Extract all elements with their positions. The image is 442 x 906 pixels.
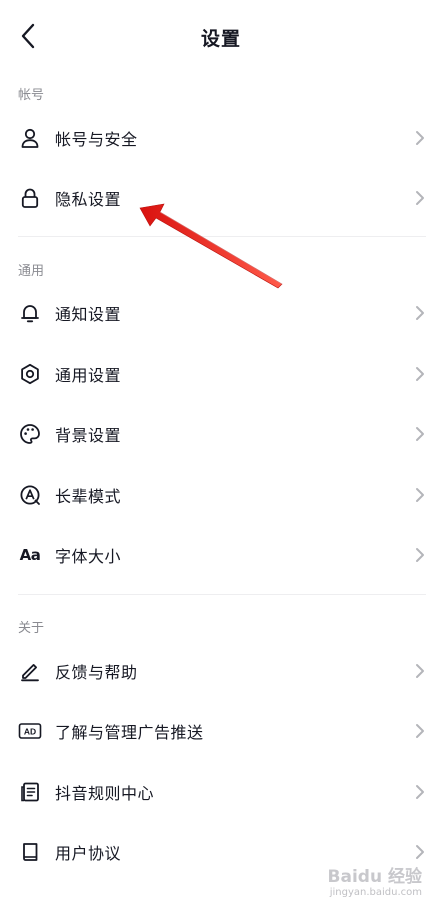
lock-icon — [18, 186, 42, 210]
menu-item-background-settings[interactable]: 背景设置 — [0, 404, 442, 464]
user-icon — [18, 126, 42, 150]
chevron-right-icon — [416, 488, 424, 502]
menu-item-elder-mode[interactable]: 长辈模式 — [0, 465, 442, 525]
section-label-account: 帐号 — [18, 88, 45, 103]
menu-item-feedback-help[interactable]: 反馈与帮助 — [0, 641, 442, 701]
section-label-general: 通用 — [18, 264, 45, 279]
menu-item-rules-center[interactable]: 抖音规则中心 — [0, 762, 442, 822]
menu-item-privacy-settings[interactable]: 隐私设置 — [0, 168, 442, 228]
palette-icon — [18, 422, 42, 446]
ad-icon-text: AD — [24, 727, 36, 737]
font-size-icon: Aa — [19, 546, 41, 564]
menu-item-label: 抖音规则中心 — [55, 784, 155, 803]
bell-icon — [18, 301, 42, 325]
section-divider — [18, 236, 426, 237]
chevron-right-icon — [416, 367, 424, 381]
chevron-right-icon — [416, 427, 424, 441]
menu-item-label: 了解与管理广告推送 — [55, 723, 204, 742]
menu-item-notification-settings[interactable]: 通知设置 — [0, 283, 442, 343]
menu-item-label: 字体大小 — [55, 547, 122, 566]
chevron-right-icon — [416, 131, 424, 145]
document-icon — [18, 780, 42, 804]
ad-icon: AD — [18, 719, 42, 743]
menu-item-label: 用户协议 — [55, 844, 122, 863]
pen-icon — [18, 659, 42, 683]
menu-item-label: 背景设置 — [55, 426, 122, 445]
menu-item-general-settings[interactable]: 通用设置 — [0, 344, 442, 404]
chevron-right-icon — [416, 191, 424, 205]
menu-item-label: 隐私设置 — [55, 190, 122, 209]
menu-item-account-security[interactable]: 帐号与安全 — [0, 108, 442, 168]
watermark-url: jingyan.baidu.com — [329, 887, 422, 898]
chevron-right-icon — [416, 548, 424, 562]
menu-item-label: 反馈与帮助 — [55, 663, 138, 682]
watermark: Baidu 经验 jingyan.baidu.com — [328, 862, 422, 898]
elder-mode-icon — [18, 483, 42, 507]
book-icon — [18, 840, 42, 864]
section-divider — [18, 594, 426, 595]
menu-item-font-size[interactable]: Aa 字体大小 — [0, 525, 442, 585]
header-bar: 设置 — [0, 0, 442, 74]
menu-item-label: 通知设置 — [55, 305, 122, 324]
watermark-logo: Baidu 经验 — [327, 867, 422, 887]
page-title: 设置 — [200, 28, 241, 50]
chevron-right-icon — [416, 724, 424, 738]
chevron-right-icon — [416, 785, 424, 799]
menu-item-label: 帐号与安全 — [55, 130, 138, 149]
chevron-right-icon — [416, 845, 424, 859]
gear-icon — [18, 362, 42, 386]
chevron-right-icon — [416, 306, 424, 320]
chevron-right-icon — [416, 664, 424, 678]
menu-item-label: 通用设置 — [55, 366, 122, 385]
menu-item-ad-management[interactable]: AD 了解与管理广告推送 — [0, 701, 442, 761]
section-label-about: 关于 — [18, 621, 45, 636]
menu-item-label: 长辈模式 — [55, 487, 122, 506]
